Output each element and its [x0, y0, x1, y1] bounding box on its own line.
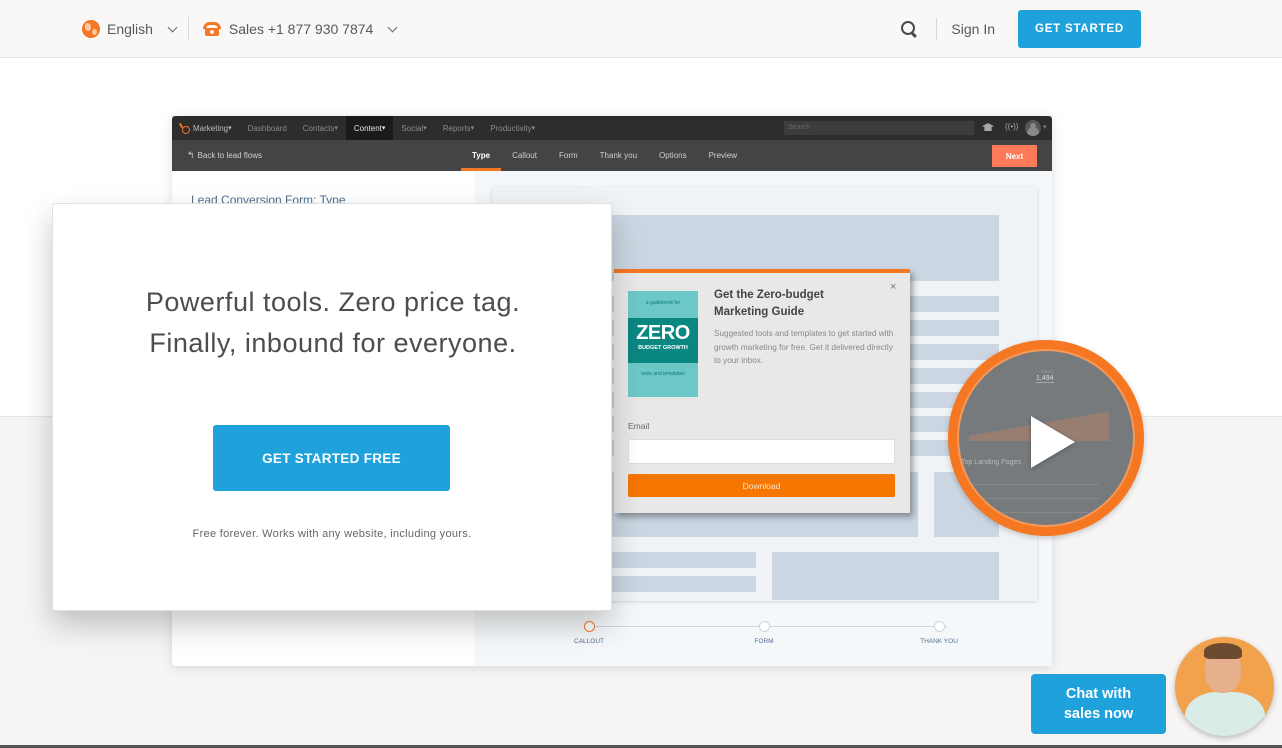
- tab-thank-you[interactable]: Thank you: [589, 140, 648, 171]
- video-table-row: [969, 473, 1099, 485]
- app-nav-bar: Marketing Dashboard Contacts Content Soc…: [172, 116, 1052, 140]
- phone-icon: [202, 22, 221, 36]
- video-heading: Top Landing Pages: [961, 459, 1021, 466]
- language-label: English: [107, 21, 153, 37]
- app-nav-dashboard[interactable]: Dashboard: [240, 116, 295, 140]
- hubspot-logo-icon: [180, 123, 190, 134]
- guidebook-cover-image: a guidebook for ZERO BUDGET GROWTH tools…: [628, 291, 698, 397]
- top-bar: English Sales +1 877 930 7874 Sign In GE…: [0, 0, 1282, 58]
- book-title: ZERO: [636, 322, 690, 344]
- notifications-broadcast-icon[interactable]: ((•)): [1005, 122, 1018, 131]
- tab-options[interactable]: Options: [648, 140, 698, 171]
- step-label-thank-you: THANK YOU: [920, 638, 958, 645]
- video-table-row: [969, 501, 1099, 513]
- step-label-form: FORM: [754, 638, 774, 645]
- avatar-hair: [1204, 643, 1242, 659]
- step-dot-thank-you[interactable]: [934, 621, 945, 632]
- divider: [187, 17, 189, 41]
- caret-down-icon: ▾: [1043, 124, 1047, 131]
- placeholder-block: [772, 552, 999, 600]
- academy-cap-icon[interactable]: [982, 123, 994, 131]
- step-dot-callout[interactable]: [584, 621, 595, 632]
- top-bar-right: Sign In GET STARTED: [900, 10, 1141, 48]
- app-nav-marketing[interactable]: Marketing: [193, 116, 240, 140]
- app-nav-productivity[interactable]: Productivity: [482, 116, 543, 140]
- hero-note: Free forever. Works with any website, in…: [192, 528, 472, 540]
- book-subtitle: a guidebook for: [645, 300, 681, 306]
- step-label-callout: CALLOUT: [574, 638, 604, 645]
- app-nav-content[interactable]: Content: [345, 116, 394, 140]
- app-sub-bar: ↰ Back to lead flows Type Callout Form T…: [172, 140, 1052, 171]
- download-button[interactable]: Download: [628, 474, 895, 497]
- search-icon[interactable]: [900, 20, 918, 38]
- email-field[interactable]: [628, 439, 895, 464]
- avatar-body: [1185, 692, 1265, 736]
- user-avatar[interactable]: [1025, 120, 1041, 136]
- back-label: Back to lead flows: [197, 151, 263, 160]
- back-to-lead-flows-link[interactable]: ↰ Back to lead flows: [187, 140, 262, 171]
- chat-with-sales-button[interactable]: Chat with sales now: [1031, 674, 1166, 734]
- tab-form[interactable]: Form: [548, 140, 589, 171]
- chevron-down-icon: [167, 22, 178, 32]
- get-started-button[interactable]: GET STARTED: [1018, 10, 1141, 48]
- book-footer: tools and templates: [641, 371, 685, 377]
- tab-callout[interactable]: Callout: [501, 140, 548, 171]
- step-tabs: Type Callout Form Thank you Options Prev…: [461, 140, 748, 171]
- video-stat-value: 1,494: [1036, 375, 1054, 383]
- chat-label: Chat with sales now: [1064, 684, 1133, 724]
- back-arrow-icon: ↰: [187, 150, 195, 160]
- book-title-sub: BUDGET GROWTH: [638, 345, 688, 351]
- step-progress: CALLOUT FORM THANK YOU: [574, 621, 960, 661]
- hero-headline: Powerful tools. Zero price tag. Finally,…: [145, 287, 521, 358]
- language-selector[interactable]: English: [82, 20, 178, 38]
- close-icon[interactable]: ×: [890, 281, 896, 293]
- video-stat-label: VISITS: [1041, 369, 1054, 374]
- sign-in-link[interactable]: Sign In: [951, 21, 995, 37]
- sales-phone-label: Sales +1 877 930 7874: [228, 21, 374, 37]
- app-nav-contacts[interactable]: Contacts: [295, 116, 346, 140]
- globe-icon: [82, 20, 100, 38]
- get-started-free-button[interactable]: GET STARTED FREE: [213, 425, 450, 491]
- book-band: ZERO BUDGET GROWTH: [628, 318, 698, 363]
- play-icon: [1031, 416, 1075, 468]
- next-button[interactable]: Next: [992, 145, 1037, 167]
- chevron-down-icon: [387, 22, 398, 32]
- chat-label-line1: Chat with: [1065, 686, 1132, 702]
- callout-popup: a guidebook for ZERO BUDGET GROWTH tools…: [614, 269, 910, 513]
- sales-rep-avatar[interactable]: [1175, 637, 1274, 736]
- video-play-button[interactable]: VISITS 1,494 Top Landing Pages: [948, 340, 1144, 536]
- app-nav-reports[interactable]: Reports: [435, 116, 483, 140]
- email-label: Email: [628, 421, 650, 431]
- tab-type[interactable]: Type: [461, 140, 502, 171]
- video-thumbnail: VISITS 1,494 Top Landing Pages: [957, 349, 1135, 527]
- callout-description: Suggested tools and templates to get sta…: [714, 329, 894, 365]
- hero-card: Powerful tools. Zero price tag. Finally,…: [52, 203, 612, 611]
- callout-title: Get the Zero-budget Marketing Guide: [714, 289, 824, 318]
- chat-label-line2: sales now: [1063, 706, 1134, 722]
- divider: [936, 18, 938, 40]
- tab-preview[interactable]: Preview: [698, 140, 748, 171]
- top-bar-left: English Sales +1 877 930 7874: [82, 0, 398, 58]
- app-nav-social[interactable]: Social: [393, 116, 434, 140]
- app-search-input[interactable]: Search: [784, 121, 974, 135]
- step-dot-form[interactable]: [759, 621, 770, 632]
- sales-phone-selector[interactable]: Sales +1 877 930 7874: [202, 21, 398, 37]
- video-table-row: [969, 487, 1099, 499]
